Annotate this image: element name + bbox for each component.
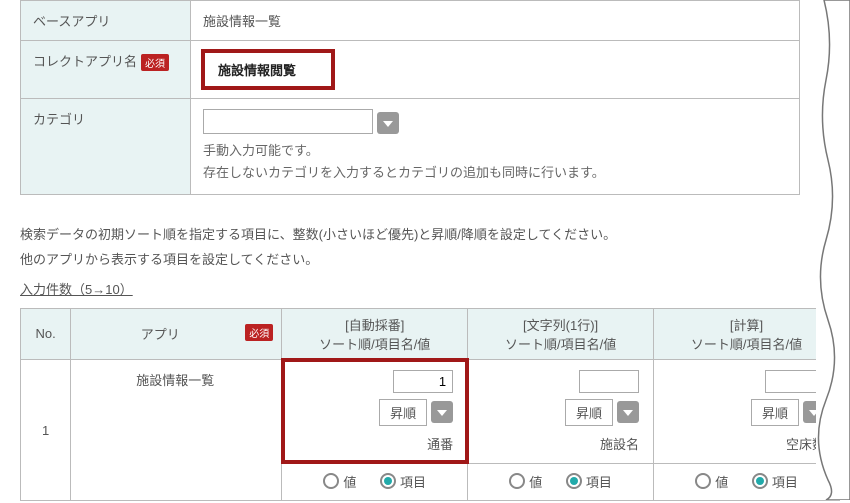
row-app-name: 施設情報一覧 bbox=[71, 359, 282, 501]
radio-cell-2: 値 項目 bbox=[468, 463, 654, 501]
chevron-down-icon[interactable] bbox=[617, 401, 639, 423]
sort-order-select-3[interactable]: 昇順 bbox=[751, 399, 799, 426]
collect-app-name-label: コレクトアプリ名必須 bbox=[21, 41, 191, 99]
field-config-table: No. アプリ必須 [自動採番]ソート順/項目名/値 [文字列(1行)]ソート順… bbox=[20, 308, 840, 502]
collect-app-name-input[interactable]: 施設情報閲覧 bbox=[203, 51, 333, 88]
header-col2: [文字列(1行)]ソート順/項目名/値 bbox=[468, 308, 654, 359]
radio-value-1[interactable] bbox=[323, 473, 339, 489]
sort-priority-input-1[interactable] bbox=[393, 370, 453, 393]
radio-value-3[interactable] bbox=[695, 473, 711, 489]
category-dropdown-button[interactable] bbox=[377, 112, 399, 134]
header-app: アプリ必須 bbox=[71, 308, 282, 359]
page-tear-decoration bbox=[816, 0, 850, 500]
category-help-2: 存在しないカテゴリを入力するとカテゴリの追加も同時に行います。 bbox=[203, 162, 787, 184]
field-name-2: 施設名 bbox=[600, 434, 639, 453]
instruction-line-1: 検索データの初期ソート順を指定する項目に、整数(小さいほど優先)と昇順/降順を設… bbox=[20, 225, 810, 246]
radio-value-2[interactable] bbox=[509, 473, 525, 489]
sort-order-select-1[interactable]: 昇順 bbox=[379, 399, 427, 426]
base-app-value: 施設情報一覧 bbox=[191, 1, 800, 41]
field-name-1: 通番 bbox=[427, 434, 453, 453]
header-col3: [計算]ソート順/項目名/値 bbox=[654, 308, 840, 359]
sort-cell-2: 昇順 施設名 bbox=[468, 359, 654, 463]
category-label: カテゴリ bbox=[21, 99, 191, 195]
sort-cell-3: 昇順 空床数 bbox=[654, 359, 840, 463]
header-no: No. bbox=[21, 308, 71, 359]
category-help-1: 手動入力可能です。 bbox=[203, 140, 787, 162]
sort-order-select-2[interactable]: 昇順 bbox=[565, 399, 613, 426]
radio-item-2[interactable] bbox=[566, 473, 582, 489]
required-badge: 必須 bbox=[141, 54, 169, 71]
collect-app-name-cell: 施設情報閲覧 bbox=[191, 41, 800, 99]
chevron-down-icon[interactable] bbox=[431, 401, 453, 423]
input-count-link[interactable]: 入力件数（5→10） bbox=[20, 279, 133, 298]
category-cell: 手動入力可能です。 存在しないカテゴリを入力するとカテゴリの追加も同時に行います… bbox=[191, 99, 800, 195]
required-badge: 必須 bbox=[245, 324, 273, 341]
table-row: 1 施設情報一覧 昇順 通番 昇順 施設名 昇順 空床数 bbox=[21, 359, 840, 463]
header-col1: [自動採番]ソート順/項目名/値 bbox=[282, 308, 468, 359]
base-app-label: ベースアプリ bbox=[21, 1, 191, 41]
radio-item-1[interactable] bbox=[380, 473, 396, 489]
radio-item-3[interactable] bbox=[752, 473, 768, 489]
sort-priority-input-2[interactable] bbox=[579, 370, 639, 393]
row-no: 1 bbox=[21, 359, 71, 501]
settings-form-table: ベースアプリ 施設情報一覧 コレクトアプリ名必須 施設情報閲覧 カテゴリ 手動入… bbox=[20, 0, 800, 195]
radio-cell-1: 値 項目 bbox=[282, 463, 468, 501]
radio-cell-3: 値 項目 bbox=[654, 463, 840, 501]
category-input[interactable] bbox=[203, 109, 373, 134]
instruction-line-2: 他のアプリから表示する項目を設定してください。 bbox=[20, 250, 810, 271]
sort-cell-1: 昇順 通番 bbox=[282, 359, 468, 463]
